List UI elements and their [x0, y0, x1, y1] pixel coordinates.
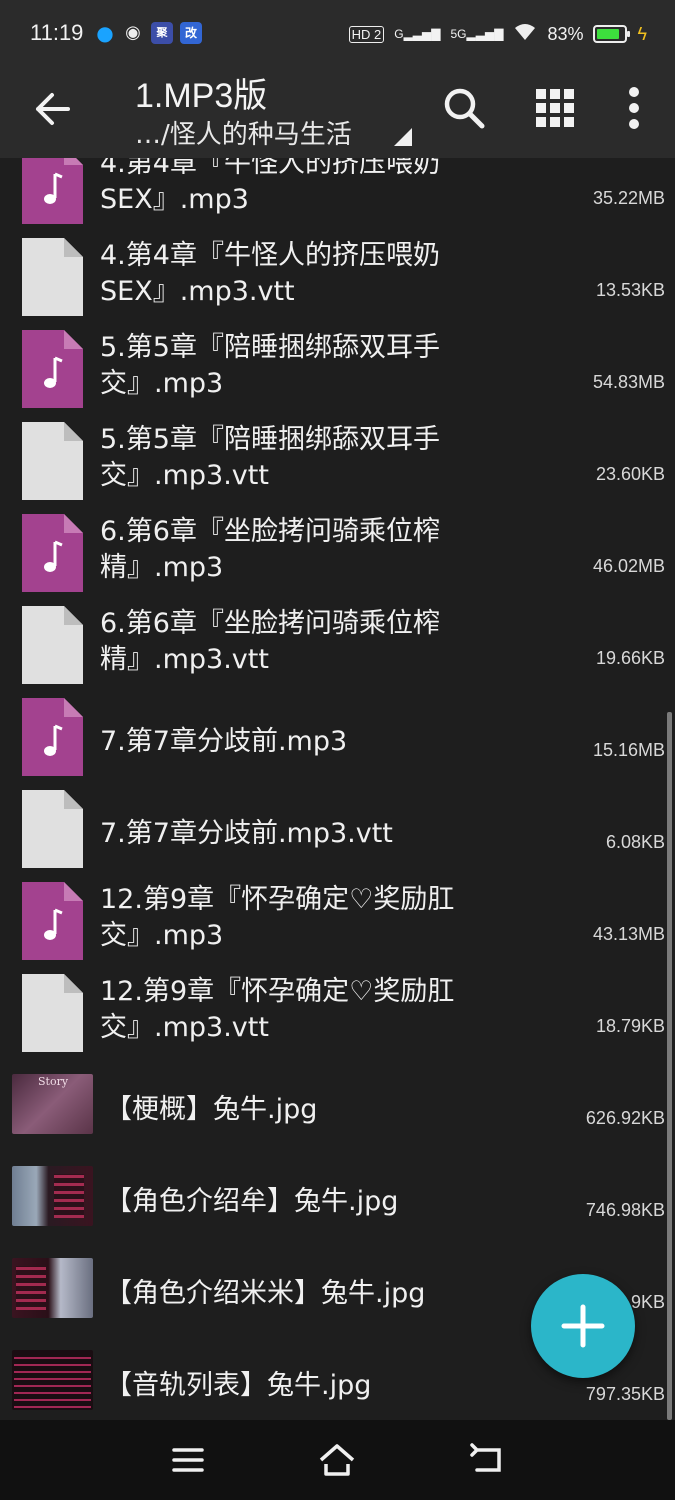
file-size: 19.66KB: [595, 648, 665, 668]
file-name: 【梗概】兔牛.jpg: [105, 1094, 318, 1125]
thumbnail-accent: [14, 1352, 91, 1408]
thumbnail-accent: [16, 1266, 46, 1310]
file-name: 【角色介绍米米】兔牛.jpg: [105, 1278, 426, 1309]
file-name: 7.第7章分歧前.mp3.vtt: [100, 818, 393, 849]
list-item[interactable]: 12.第9章『怀孕确定♡奖励肛 交』.mp3 43.13MB: [0, 878, 665, 970]
thumbnail-accent: [54, 1174, 84, 1218]
list-item[interactable]: 6.第6章『坐脸拷问骑乘位榨 精』.mp3.vtt 19.66KB: [0, 602, 665, 694]
list-item[interactable]: 【角色介绍牟】兔牛.jpg 746.98KB: [0, 1154, 665, 1246]
thumbnail-caption: Story: [38, 1075, 69, 1088]
audio-file-icon: [22, 514, 83, 592]
add-button[interactable]: [531, 1274, 635, 1378]
file-name: 【角色介绍牟】兔牛.jpg: [105, 1186, 399, 1217]
list-item[interactable]: 12.第9章『怀孕确定♡奖励肛 交』.mp3.vtt 18.79KB: [0, 970, 665, 1062]
file-size: 6.08KB: [605, 832, 665, 852]
file-name: 6.第6章『坐脸拷问骑乘位榨 精』.mp3.vtt: [100, 608, 440, 675]
audio-file-icon: [22, 882, 83, 960]
list-item[interactable]: 4.第4章『牛怪人的挤压喂奶 SEX』.mp3.vtt 13.53KB: [0, 234, 665, 326]
file-size: 797.35KB: [585, 1384, 665, 1404]
qq-icon: ●: [96, 21, 114, 45]
list-item[interactable]: 7.第7章分歧前.mp3 15.16MB: [0, 694, 665, 786]
file-size: 746.98KB: [585, 1200, 665, 1220]
file-name: 5.第5章『陪睡捆绑舔双耳手 交』.mp3: [100, 332, 440, 399]
signal-icon-2: 5G▂▃▅▇: [450, 27, 504, 41]
file-name: 7.第7章分歧前.mp3: [100, 726, 348, 757]
menu-icon[interactable]: [168, 1440, 208, 1480]
audio-file-icon: [22, 330, 83, 408]
file-name: 【音轨列表】兔牛.jpg: [105, 1370, 372, 1401]
document-file-icon: [22, 974, 83, 1052]
file-name: 6.第6章『坐脸拷问骑乘位榨 精』.mp3: [100, 516, 440, 583]
list-item[interactable]: 5.第5章『陪睡捆绑舔双耳手 交』.mp3.vtt 23.60KB: [0, 418, 665, 510]
file-size: 18.79KB: [595, 1016, 665, 1036]
list-item[interactable]: 7.第7章分歧前.mp3.vtt 6.08KB: [0, 786, 665, 878]
file-size: 43.13MB: [592, 924, 665, 944]
document-file-icon: [22, 790, 83, 868]
file-name: 12.第9章『怀孕确定♡奖励肛 交』.mp3.vtt: [100, 976, 455, 1043]
navigation-bar: [0, 1420, 675, 1500]
file-size: 15.16MB: [592, 740, 665, 760]
file-size: 13.53KB: [595, 280, 665, 300]
audio-file-icon: [22, 158, 83, 224]
status-time: 11:19: [30, 20, 84, 45]
list-item[interactable]: 6.第6章『坐脸拷问骑乘位榨 精』.mp3 46.02MB: [0, 510, 665, 602]
app-icon-2: 改: [180, 22, 202, 44]
more-vert-icon[interactable]: [608, 82, 660, 134]
list-item[interactable]: 5.第5章『陪睡捆绑舔双耳手 交』.mp3 54.83MB: [0, 326, 665, 418]
file-size: 46.02MB: [592, 556, 665, 576]
charging-icon: ϟ: [637, 23, 647, 44]
back-icon[interactable]: [467, 1440, 507, 1480]
file-name: 5.第5章『陪睡捆绑舔双耳手 交』.mp3.vtt: [100, 424, 440, 491]
scrollbar[interactable]: [667, 712, 672, 1420]
toolbar: 1.MP3版 …/怪人的种马生活: [0, 70, 675, 158]
file-name: 4.第4章『牛怪人的挤压喂奶 SEX』.mp3.vtt: [100, 240, 440, 307]
hd-indicator: HD 2: [348, 25, 385, 43]
audio-file-icon: [22, 698, 83, 776]
image-thumbnail: [12, 1258, 93, 1318]
file-size: 35.22MB: [592, 188, 665, 208]
battery-percent: 83%: [547, 23, 584, 44]
file-size: 9KB: [630, 1292, 665, 1312]
document-file-icon: [22, 606, 83, 684]
file-name: 4.第4章『牛怪人的挤压喂奶 SEX』.mp3: [100, 158, 440, 215]
wifi-icon: [513, 22, 537, 47]
status-right-group: HD 2 G▂▃▅▇ 5G▂▃▅▇ 83% ϟ: [348, 20, 647, 48]
search-icon[interactable]: [438, 82, 490, 134]
file-list[interactable]: 4.第4章『牛怪人的挤压喂奶 SEX』.mp3 35.22MB 4.第4章『牛怪人…: [0, 158, 675, 1420]
file-size: 23.60KB: [595, 464, 665, 484]
back-arrow-icon[interactable]: [30, 86, 76, 132]
document-file-icon: [22, 238, 83, 316]
list-item[interactable]: Story 【梗概】兔牛.jpg 626.92KB: [0, 1062, 665, 1154]
signal-icon-1: G▂▃▅▇: [394, 27, 441, 41]
path-breadcrumb[interactable]: …/怪人的种马生活: [135, 114, 352, 151]
image-thumbnail: [12, 1166, 93, 1226]
wechat-icon: ◉: [125, 22, 141, 43]
status-bar: 11:19 ● ◉ 聚 改 HD 2 G▂▃▅▇ 5G▂▃▅▇ 83% ϟ: [0, 0, 675, 70]
path-dropdown-icon[interactable]: [394, 128, 412, 146]
page-title: 1.MP3版: [135, 77, 268, 115]
file-size: 54.83MB: [592, 372, 665, 392]
file-size: 626.92KB: [585, 1108, 665, 1128]
plus-icon: [561, 1304, 605, 1348]
list-item[interactable]: 4.第4章『牛怪人的挤压喂奶 SEX』.mp3 35.22MB: [0, 158, 665, 234]
grid-view-icon[interactable]: [529, 82, 581, 134]
app-icon-1: 聚: [151, 22, 173, 44]
image-thumbnail: [12, 1350, 93, 1410]
document-file-icon: [22, 422, 83, 500]
battery-icon: [593, 25, 631, 43]
home-icon[interactable]: [317, 1440, 357, 1480]
image-thumbnail: Story: [12, 1074, 93, 1134]
file-name: 12.第9章『怀孕确定♡奖励肛 交』.mp3: [100, 884, 455, 951]
